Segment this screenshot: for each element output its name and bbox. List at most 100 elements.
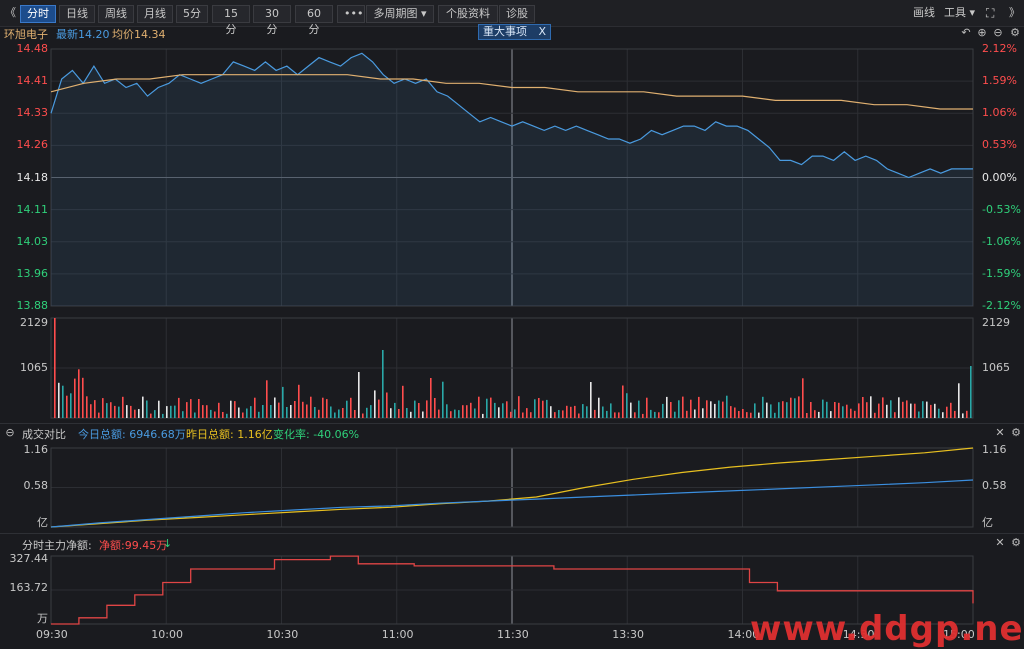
volume-bar [934, 403, 936, 418]
volume-bar [526, 408, 528, 418]
volume-bar [346, 400, 348, 418]
volume-bar [966, 410, 968, 418]
volume-bar [286, 407, 288, 418]
volume-bar [754, 403, 756, 418]
volume-bar [378, 399, 380, 418]
volume-bar [406, 408, 408, 418]
volume-bar [814, 410, 816, 418]
volume-bar [350, 397, 352, 418]
volume-bar [430, 378, 432, 418]
volume-bar [258, 411, 260, 418]
volume-bar [418, 403, 420, 418]
volume-bar [830, 411, 832, 418]
volume-bar [170, 405, 172, 418]
volume-bar [586, 406, 588, 418]
volume-bar [710, 401, 712, 418]
volume-bar [446, 404, 448, 418]
volume-bar [426, 400, 428, 418]
volume-bar [510, 411, 512, 418]
volume-bar [630, 402, 632, 418]
volume-bar [382, 350, 384, 418]
volume-bar [946, 406, 948, 418]
volume-bar [366, 407, 368, 418]
volume-bar [214, 411, 216, 418]
volume-bar [506, 401, 508, 418]
volume-bar [746, 412, 748, 418]
volume-bar [514, 409, 516, 418]
volume-bar [274, 397, 276, 418]
volume-bar [546, 399, 548, 418]
volume-bar [850, 408, 852, 418]
volume-bar [722, 401, 724, 418]
volume-bar [718, 400, 720, 418]
volume-bar [626, 393, 628, 418]
volume-bar [454, 409, 456, 418]
volume-bar [302, 401, 304, 418]
volume-bar [386, 392, 388, 418]
volume-bar [782, 401, 784, 418]
volume-bar [114, 405, 116, 418]
volume-bar [390, 408, 392, 418]
volume-bar [242, 412, 244, 418]
volume-bar [314, 407, 316, 418]
volume-bar [150, 413, 152, 418]
volume-bar [522, 412, 524, 418]
volume-bar [958, 383, 960, 418]
volume-bar [438, 409, 440, 418]
volume-bar [330, 406, 332, 418]
volume-bar [962, 413, 964, 418]
volume-bar [646, 397, 648, 418]
volume-bar [566, 405, 568, 418]
volume-bar [154, 410, 156, 418]
volume-bar [82, 377, 84, 418]
volume-bar [862, 397, 864, 418]
volume-bar [334, 412, 336, 418]
volume-bar [714, 403, 716, 418]
volume-bar [806, 413, 808, 418]
volume-bar [758, 412, 760, 418]
volume-bar [494, 402, 496, 418]
volume-bar [774, 412, 776, 418]
volume-bar [954, 410, 956, 418]
volume-bar [826, 401, 828, 418]
volume-bar [502, 403, 504, 418]
volume-bar [558, 410, 560, 418]
volume-bar [398, 409, 400, 418]
volume-bar [866, 402, 868, 418]
intraday-chart[interactable] [0, 0, 1024, 646]
volume-bar [110, 402, 112, 418]
volume-bar [434, 398, 436, 418]
volume-bar [550, 406, 552, 418]
volume-bar [938, 408, 940, 418]
volume-bar [182, 411, 184, 418]
volume-bar [606, 410, 608, 418]
volume-bar [254, 397, 256, 418]
volume-bar [634, 412, 636, 418]
volume-bar [222, 412, 224, 418]
volume-bar [538, 398, 540, 418]
volume-bar [482, 413, 484, 418]
volume-bar [674, 411, 676, 418]
volume-bar [142, 396, 144, 418]
volume-bar [266, 380, 268, 418]
volume-bar [762, 396, 764, 418]
volume-bar [886, 404, 888, 418]
volume-bar [818, 411, 820, 418]
volume-bar [310, 396, 312, 418]
volume-bar [130, 405, 132, 418]
volume-bar [54, 318, 56, 418]
volume-bar [422, 411, 424, 418]
volume-bar [518, 396, 520, 418]
volume-bar [914, 403, 916, 418]
volume-bar [306, 404, 308, 418]
volume-bar [158, 400, 160, 418]
volume-bar [394, 402, 396, 418]
volume-bar [562, 410, 564, 418]
volume-bar [582, 404, 584, 418]
volume-bar [98, 412, 100, 418]
volume-bar [90, 404, 92, 418]
volume-bar [370, 405, 372, 418]
volume-bar [490, 397, 492, 418]
volume-bar [730, 406, 732, 418]
volume-bar [238, 407, 240, 418]
